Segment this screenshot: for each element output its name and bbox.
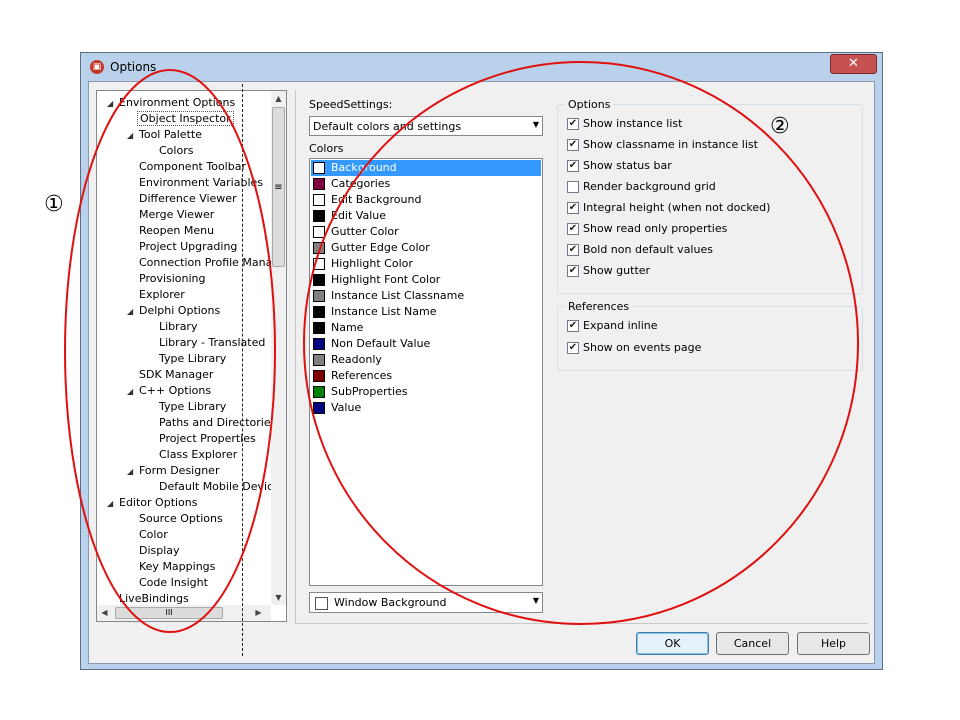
annotation-ellipse-1 bbox=[64, 69, 276, 633]
annotation-overlay bbox=[64, 61, 859, 633]
annotation-ellipse-2 bbox=[303, 61, 859, 625]
